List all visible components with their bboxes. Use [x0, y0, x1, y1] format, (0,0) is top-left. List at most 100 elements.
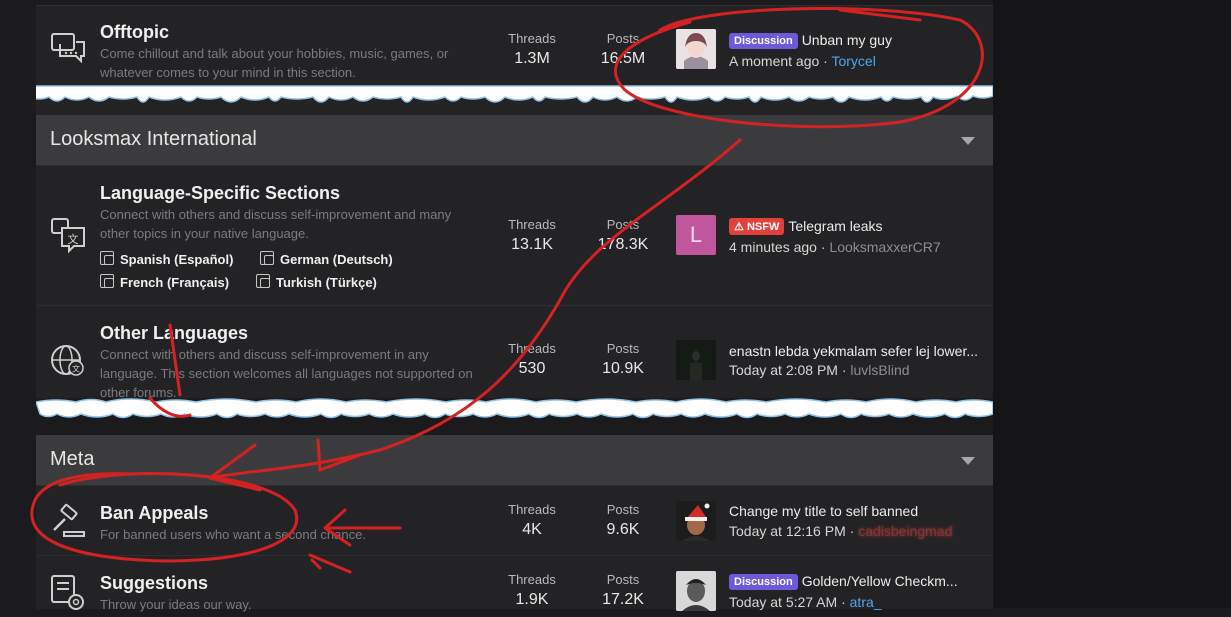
- svg-text:文: 文: [72, 364, 80, 374]
- forum-title-language-specific[interactable]: Language-Specific Sections: [100, 183, 340, 204]
- avatar[interactable]: [676, 29, 716, 69]
- subforum-label[interactable]: French (Français): [120, 275, 229, 290]
- forum-row-ban-appeals[interactable]: Ban Appeals For banned users who want a …: [36, 485, 993, 556]
- avatar[interactable]: [676, 571, 716, 611]
- posts-stat: Posts 178.3K: [583, 217, 663, 254]
- threads-value: 530: [518, 360, 546, 377]
- category-header-looksmax-international[interactable]: Looksmax International: [36, 115, 993, 165]
- posts-stat: Posts 10.9K: [583, 341, 663, 378]
- forum-title-ban-appeals[interactable]: Ban Appeals: [100, 503, 208, 524]
- forum-row-suggestions[interactable]: Suggestions Throw your ideas our way. Th…: [36, 555, 993, 612]
- threads-label: Threads: [508, 502, 556, 517]
- collapse-caret-icon[interactable]: [961, 457, 975, 465]
- posts-label: Posts: [606, 502, 640, 517]
- threads-stat: Threads 1.9K: [492, 572, 572, 609]
- threads-label: Threads: [508, 341, 556, 356]
- latest-user[interactable]: Torycel: [831, 53, 875, 69]
- posts-value: 178.3K: [597, 236, 649, 253]
- page-background-right: [993, 0, 1231, 608]
- svg-text:文: 文: [68, 232, 79, 246]
- latest-time[interactable]: Today at 2:08 PM: [729, 362, 838, 378]
- latest-meta: A moment ago · Torycel: [729, 53, 876, 69]
- subforum-german[interactable]: German (Deutsch): [260, 251, 393, 267]
- posts-label: Posts: [606, 217, 640, 232]
- threads-label: Threads: [508, 572, 556, 587]
- latest-thread[interactable]: ⚠ NSFW Telegram leaks: [729, 218, 882, 235]
- collapse-caret-icon[interactable]: [961, 137, 975, 145]
- latest-thread-title[interactable]: Telegram leaks: [788, 218, 882, 234]
- latest-meta: Today at 2:08 PM · luvlsBlind: [729, 362, 910, 378]
- threads-value: 4K: [522, 521, 542, 538]
- latest-time[interactable]: A moment ago: [729, 53, 819, 69]
- category-title[interactable]: Looksmax International: [50, 128, 257, 151]
- avatar[interactable]: [676, 501, 716, 541]
- threads-label: Threads: [508, 217, 556, 232]
- discussion-badge: Discussion: [729, 33, 798, 49]
- separator: ·: [849, 523, 855, 539]
- gavel-icon: [48, 502, 88, 542]
- latest-meta: 4 minutes ago · LooksmaxxerCR7: [729, 239, 941, 255]
- latest-thread[interactable]: Discussion Golden/Yellow Checkm...: [729, 573, 958, 590]
- subforum-spanish[interactable]: Spanish (Español): [100, 251, 233, 267]
- latest-thread[interactable]: Change my title to self banned: [729, 503, 918, 519]
- threads-stat: Threads 4K: [492, 502, 572, 539]
- forum-desc-suggestions: Throw your ideas our way.: [100, 597, 252, 612]
- forum-desc-other-languages: Connect with others and discuss self-imp…: [100, 347, 473, 400]
- posts-value: 10.9K: [602, 360, 644, 377]
- snow-decoration: [36, 398, 993, 434]
- forum-desc-ban-appeals: For banned users who want a second chanc…: [100, 527, 366, 542]
- forum-desc-offtopic: Come chillout and talk about your hobbie…: [100, 46, 449, 80]
- avatar[interactable]: L: [676, 215, 716, 255]
- separator: ·: [823, 53, 828, 69]
- threads-value: 1.9K: [515, 591, 549, 608]
- posts-stat: Posts 9.6K: [583, 502, 663, 539]
- latest-thread-title[interactable]: Golden/Yellow Checkm...: [802, 573, 958, 589]
- subforum-label[interactable]: Turkish (Türkçe): [276, 275, 377, 290]
- latest-time[interactable]: Today at 12:16 PM: [729, 523, 846, 539]
- latest-thread[interactable]: enastn lebda yekmalam sefer lej lower...: [729, 343, 978, 359]
- forum-desc-language-specific: Connect with others and discuss self-imp…: [100, 207, 452, 241]
- threads-stat: Threads 1.3M: [492, 31, 572, 68]
- warning-icon: ⚠: [734, 221, 744, 233]
- threads-stat: Threads 530: [492, 341, 572, 378]
- translate-icon: 文: [48, 214, 88, 254]
- posts-stat: Posts 16.5M: [583, 31, 663, 68]
- category-header-meta[interactable]: Meta: [36, 435, 993, 485]
- suggestion-settings-icon: [48, 572, 88, 612]
- posts-label: Posts: [606, 31, 640, 46]
- threads-value: 13.1K: [511, 236, 553, 253]
- latest-thread-title[interactable]: Unban my guy: [802, 32, 892, 48]
- latest-user[interactable]: cadisbeingmad: [858, 523, 952, 539]
- globe-language-icon: 文: [48, 340, 88, 380]
- forum-title-suggestions[interactable]: Suggestions: [100, 573, 208, 594]
- subforum-icon: [100, 251, 114, 265]
- latest-meta: Today at 12:16 PM · cadisbeingmad: [729, 523, 952, 539]
- subforum-icon: [260, 251, 274, 265]
- latest-user[interactable]: luvlsBlind: [850, 362, 909, 378]
- subforum-turkish[interactable]: Turkish (Türkçe): [256, 274, 377, 290]
- forum-title-other-languages[interactable]: Other Languages: [100, 323, 248, 344]
- forum-row-offtopic[interactable]: Offtopic Come chillout and talk about yo…: [36, 5, 993, 86]
- category-title[interactable]: Meta: [50, 448, 94, 471]
- forum-row-language-specific[interactable]: 文 Language-Specific Sections Connect wit…: [36, 165, 993, 306]
- latest-user[interactable]: LooksmaxxerCR7: [829, 239, 940, 255]
- avatar[interactable]: [676, 340, 716, 380]
- subforum-french[interactable]: French (Français): [100, 274, 229, 290]
- threads-stat: Threads 13.1K: [492, 217, 572, 254]
- forum-title-offtopic[interactable]: Offtopic: [100, 22, 169, 43]
- threads-value: 1.3M: [514, 50, 550, 67]
- posts-stat: Posts 17.2K: [583, 572, 663, 609]
- forum-row-other-languages[interactable]: 文 Other Languages Connect with others an…: [36, 305, 993, 406]
- separator: ·: [820, 239, 826, 255]
- posts-value: 17.2K: [602, 591, 644, 608]
- subforum-icon: [100, 274, 114, 288]
- nsfw-label: NSFW: [746, 221, 780, 233]
- posts-value: 9.6K: [606, 521, 640, 538]
- latest-thread[interactable]: Discussion Unban my guy: [729, 32, 892, 49]
- subforum-label[interactable]: Spanish (Español): [120, 252, 233, 267]
- subforum-icon: [256, 274, 270, 288]
- posts-value: 16.5M: [600, 50, 646, 67]
- posts-label: Posts: [606, 341, 640, 356]
- subforum-label[interactable]: German (Deutsch): [280, 252, 393, 267]
- latest-time[interactable]: 4 minutes ago: [729, 239, 817, 255]
